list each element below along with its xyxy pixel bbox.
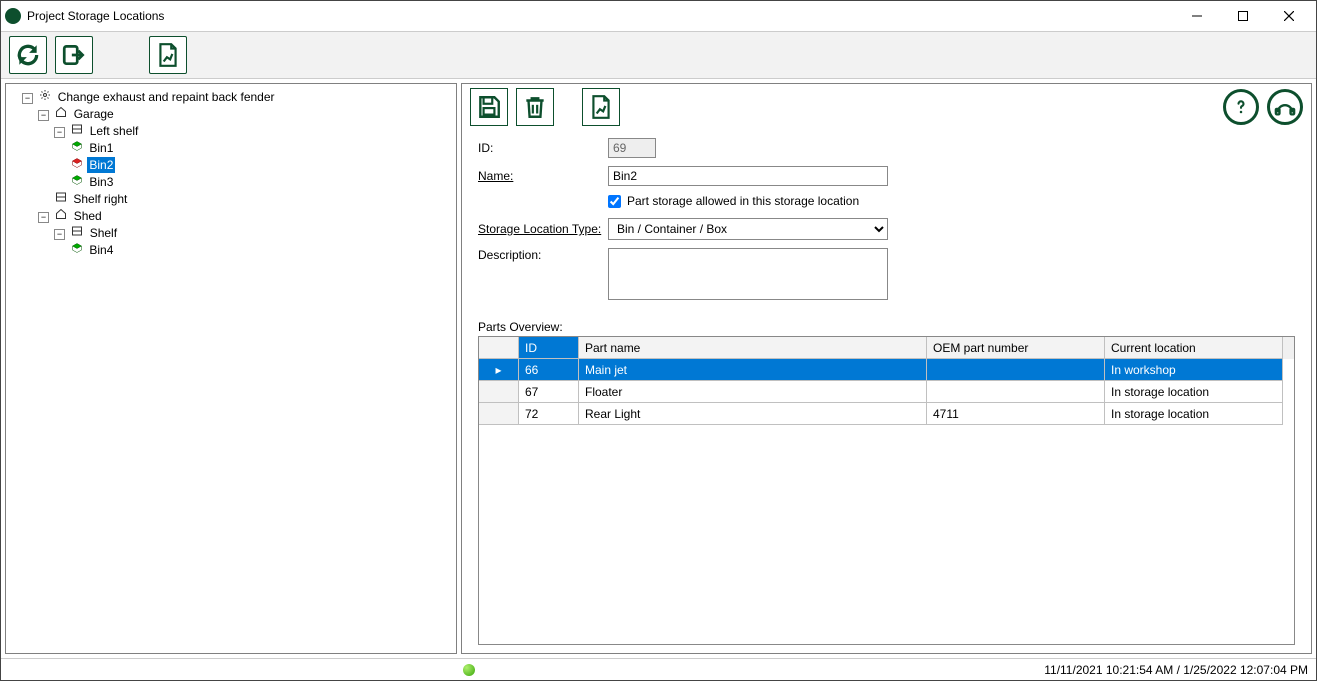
name-field[interactable] [608, 166, 888, 186]
status-timestamps: 11/11/2021 10:21:54 AM / 1/25/2022 12:07… [1044, 663, 1308, 677]
col-oem[interactable]: OEM part number [927, 337, 1105, 359]
gear-icon [38, 88, 52, 102]
tree-node-bin2[interactable]: Bin2 [87, 157, 115, 173]
cell-id: 72 [519, 403, 579, 425]
tree-node-bin4[interactable]: Bin4 [87, 242, 115, 258]
tree-node-shed[interactable]: Shed [72, 208, 104, 224]
cell-oem [927, 359, 1105, 381]
shelf-icon [54, 190, 68, 204]
export-button[interactable] [55, 36, 93, 74]
table-header: ID Part name OEM part number Current loc… [479, 337, 1294, 359]
parts-overview-label: Parts Overview: [478, 320, 1295, 334]
table-row[interactable]: ▸66Main jet In workshop [479, 359, 1294, 381]
tree-node-shelf[interactable]: Shelf [88, 225, 119, 241]
tree-expander-icon[interactable]: − [54, 229, 65, 240]
id-label: ID: [478, 141, 608, 155]
detail-report-button[interactable] [582, 88, 620, 126]
bin-icon [70, 173, 84, 187]
name-label: Name: [478, 169, 608, 183]
delete-button[interactable] [516, 88, 554, 126]
save-button[interactable] [470, 88, 508, 126]
home-icon [54, 105, 68, 119]
app-icon [5, 8, 21, 24]
main-toolbar [1, 31, 1316, 79]
form: ID: Name: Part storage allowed in this s… [462, 130, 1311, 316]
window-controls [1174, 1, 1312, 31]
maximize-button[interactable] [1220, 1, 1266, 31]
status-indicator-icon [463, 664, 475, 676]
cell-location: In storage location [1105, 403, 1283, 425]
cell-location: In storage location [1105, 381, 1283, 403]
refresh-button[interactable] [9, 36, 47, 74]
tree-expander-icon[interactable]: − [22, 93, 33, 104]
bin-icon [70, 156, 84, 170]
status-bar: 11/11/2021 10:21:54 AM / 1/25/2022 12:07… [1, 658, 1316, 680]
cell-oem: 4711 [927, 403, 1105, 425]
allow-storage-label: Part storage allowed in this storage loc… [627, 194, 859, 208]
description-label: Description: [478, 248, 608, 262]
shelf-icon [70, 122, 84, 136]
row-indicator-icon: ▸ [479, 359, 519, 381]
minimize-button[interactable] [1174, 1, 1220, 31]
col-id[interactable]: ID [519, 337, 579, 359]
table-row[interactable]: 72Rear Light4711In storage location [479, 403, 1294, 425]
shelf-icon [70, 224, 84, 238]
tree-root[interactable]: Change exhaust and repaint back fender [56, 89, 277, 105]
tree-expander-icon[interactable]: − [54, 127, 65, 138]
detail-panel: ID: Name: Part storage allowed in this s… [461, 83, 1312, 654]
col-location[interactable]: Current location [1105, 337, 1283, 359]
col-part-name[interactable]: Part name [579, 337, 927, 359]
parts-table[interactable]: ID Part name OEM part number Current loc… [478, 336, 1295, 645]
bin-icon [70, 241, 84, 255]
type-select[interactable]: Bin / Container / Box [608, 218, 888, 240]
cell-name: Rear Light [579, 403, 927, 425]
cell-name: Main jet [579, 359, 927, 381]
table-row[interactable]: 67Floater In storage location [479, 381, 1294, 403]
cell-oem [927, 381, 1105, 403]
cell-id: 67 [519, 381, 579, 403]
cell-name: Floater [579, 381, 927, 403]
title-bar: Project Storage Locations [1, 1, 1316, 31]
tree-node-garage[interactable]: Garage [72, 106, 116, 122]
tree-expander-icon[interactable]: − [38, 212, 49, 223]
window-title: Project Storage Locations [27, 9, 164, 23]
bin-icon [70, 139, 84, 153]
row-indicator-icon [479, 381, 519, 403]
report-button[interactable] [149, 36, 187, 74]
home-icon [54, 207, 68, 221]
support-button[interactable] [1267, 89, 1303, 125]
cell-location: In workshop [1105, 359, 1283, 381]
tree-node-shelf-right[interactable]: Shelf right [71, 191, 129, 207]
table-body: ▸66Main jet In workshop 67Floater In storag… [479, 359, 1294, 644]
detail-toolbar [462, 84, 1311, 130]
tree-node-left-shelf[interactable]: Left shelf [88, 123, 141, 139]
tree-expander-icon[interactable]: − [38, 110, 49, 121]
tree-node-bin3[interactable]: Bin3 [87, 174, 115, 190]
allow-storage-checkbox[interactable] [608, 195, 621, 208]
type-label: Storage Location Type: [478, 222, 608, 236]
location-tree[interactable]: − Change exhaust and repaint back fender… [5, 83, 457, 654]
id-field [608, 138, 656, 158]
cell-id: 66 [519, 359, 579, 381]
close-button[interactable] [1266, 1, 1312, 31]
row-indicator-icon [479, 403, 519, 425]
tree-node-bin1[interactable]: Bin1 [87, 140, 115, 156]
description-field[interactable] [608, 248, 888, 300]
help-button[interactable] [1223, 89, 1259, 125]
